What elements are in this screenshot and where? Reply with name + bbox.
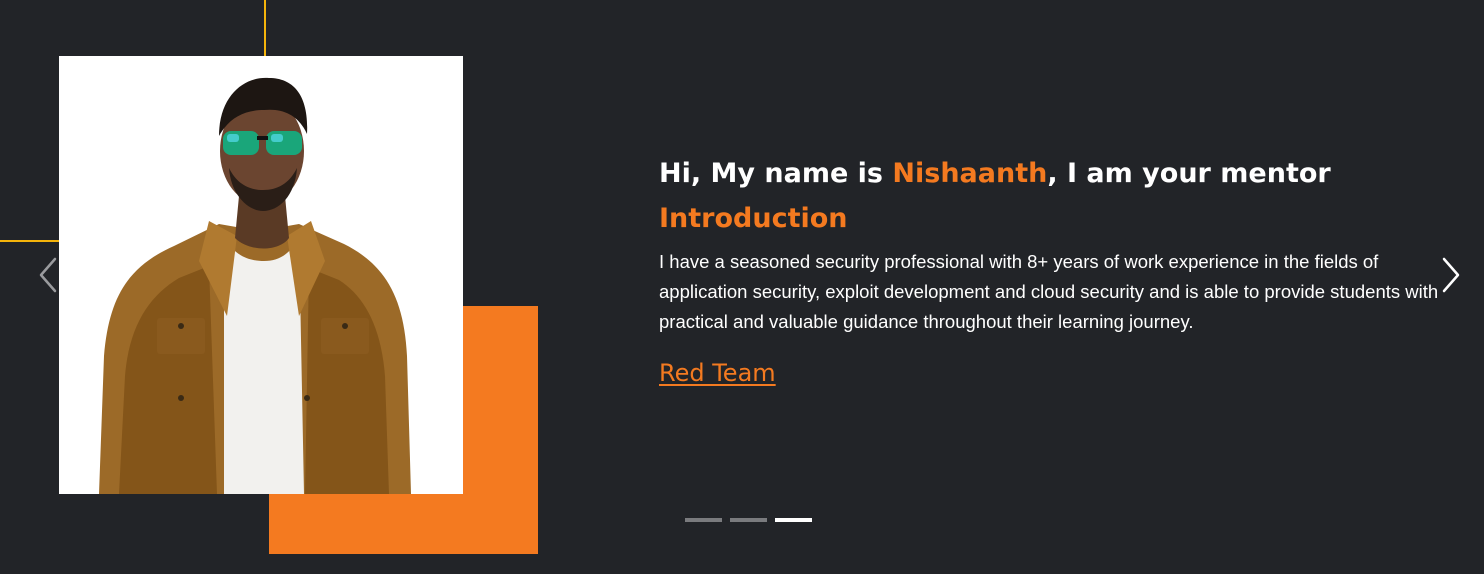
carousel-indicator-3[interactable] [775,518,812,522]
mentor-carousel: Hi, My name is Nishaanth, I am your ment… [0,0,1484,574]
mentor-heading: Hi, My name is Nishaanth, I am your ment… [659,154,1469,194]
carousel-indicator-1[interactable] [685,518,722,522]
mentor-intro: Hi, My name is Nishaanth, I am your ment… [659,154,1469,390]
red-team-link[interactable]: Red Team [659,356,776,390]
carousel-prev-button[interactable] [33,253,63,297]
chevron-left-icon [39,257,57,293]
mentor-bio: I have a seasoned security professional … [659,251,1439,332]
heading-suffix: , I am your mentor [1047,158,1331,189]
section-subheading: Introduction [659,203,848,234]
mentor-name: Nishaanth [892,158,1048,189]
heading-prefix: Hi, My name is [659,158,893,189]
mentor-photo [59,56,463,494]
carousel-indicators [685,518,812,522]
carousel-indicator-2[interactable] [730,518,767,522]
